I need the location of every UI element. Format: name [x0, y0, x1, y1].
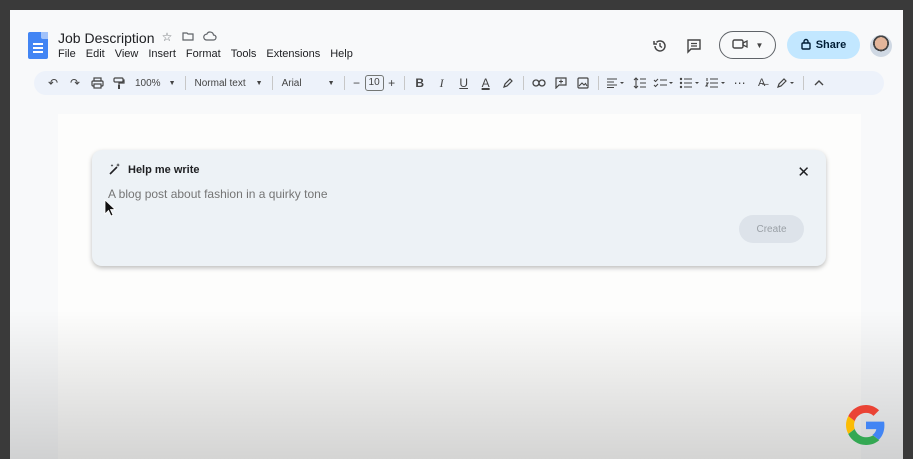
star-icon[interactable]: ☆	[159, 30, 175, 44]
undo-icon[interactable]: ↶	[42, 73, 64, 93]
chevron-down-icon: ▼	[255, 79, 263, 87]
menu-insert[interactable]: Insert	[148, 48, 176, 60]
comments-icon[interactable]	[686, 38, 702, 57]
document-title[interactable]: Job Description	[58, 30, 155, 46]
share-button[interactable]: Share	[787, 31, 860, 59]
chevron-down-icon: ▼	[168, 79, 176, 87]
divider	[403, 76, 405, 90]
create-button[interactable]: Create	[739, 215, 804, 243]
prompt-input[interactable]	[108, 187, 708, 201]
share-label: Share	[815, 39, 847, 51]
docs-window: Job Description ☆ File Edit View Insert …	[10, 10, 903, 459]
font-select[interactable]: Arial ▼	[277, 78, 340, 89]
line-spacing-icon[interactable]	[629, 73, 651, 93]
google-logo	[846, 405, 885, 445]
underline-icon[interactable]: U	[453, 73, 475, 93]
font-size-input[interactable]: 10	[364, 75, 384, 91]
menu-tools[interactable]: Tools	[231, 48, 257, 60]
highlight-icon[interactable]	[497, 73, 519, 93]
font-value: Arial	[281, 77, 302, 89]
menu-help[interactable]: Help	[330, 48, 353, 60]
decrease-font-size-icon[interactable]: −	[349, 73, 365, 93]
menu-view[interactable]: View	[115, 48, 139, 60]
text-color-icon[interactable]: A	[475, 73, 497, 93]
lock-icon	[801, 38, 811, 53]
more-icon[interactable]: ⋯	[729, 73, 751, 93]
paint-format-icon[interactable]	[108, 73, 130, 93]
print-icon[interactable]	[86, 73, 108, 93]
bullet-list-icon[interactable]	[677, 73, 703, 93]
collapse-icon[interactable]	[808, 73, 830, 93]
divider	[597, 76, 599, 90]
close-icon[interactable]: ✕	[797, 163, 810, 181]
image-icon[interactable]	[572, 73, 594, 93]
italic-icon[interactable]: I	[431, 73, 453, 93]
comment-icon[interactable]	[550, 73, 572, 93]
mouse-cursor-icon	[104, 199, 116, 217]
chevron-down-icon: ▼	[327, 79, 335, 87]
numbered-list-icon[interactable]	[703, 73, 729, 93]
align-icon[interactable]	[603, 73, 629, 93]
style-select[interactable]: Normal text ▼	[190, 78, 268, 89]
menu-bar: File Edit View Insert Format Tools Exten…	[58, 48, 353, 60]
move-icon[interactable]	[180, 30, 196, 45]
menu-extensions[interactable]: Extensions	[266, 48, 320, 60]
docs-logo-icon[interactable]	[28, 32, 48, 59]
divider	[522, 76, 524, 90]
zoom-value: 100%	[135, 77, 161, 89]
help-me-write-panel: Help me write ✕ Create	[92, 150, 826, 266]
menu-edit[interactable]: Edit	[86, 48, 105, 60]
spellcheck-icon[interactable]: A̶	[751, 73, 773, 93]
edit-mode-icon[interactable]	[773, 73, 799, 93]
chevron-down-icon: ▼	[755, 40, 764, 50]
wand-icon	[108, 162, 122, 179]
menu-file[interactable]: File	[58, 48, 76, 60]
checklist-icon[interactable]	[651, 73, 677, 93]
history-icon[interactable]	[652, 38, 668, 57]
divider	[184, 76, 186, 90]
zoom-select[interactable]: 100% ▼	[130, 78, 181, 89]
redo-icon[interactable]: ↷	[64, 73, 86, 93]
meet-button[interactable]: ▼	[719, 31, 776, 59]
avatar[interactable]	[870, 35, 892, 57]
meet-icon	[731, 38, 748, 53]
bold-icon[interactable]: B	[409, 73, 431, 93]
style-value: Normal text	[194, 77, 246, 89]
link-icon[interactable]	[528, 73, 550, 93]
divider	[802, 76, 804, 90]
menu-format[interactable]: Format	[186, 48, 221, 60]
increase-font-size-icon[interactable]: +	[384, 73, 400, 93]
help-me-write-title: Help me write	[128, 164, 200, 176]
divider	[343, 76, 345, 90]
cloud-icon[interactable]	[202, 30, 218, 45]
divider	[271, 76, 273, 90]
formatting-toolbar: ↶ ↷ 100% ▼ Normal text ▼ Arial ▼ − 10 + B I…	[34, 71, 884, 95]
